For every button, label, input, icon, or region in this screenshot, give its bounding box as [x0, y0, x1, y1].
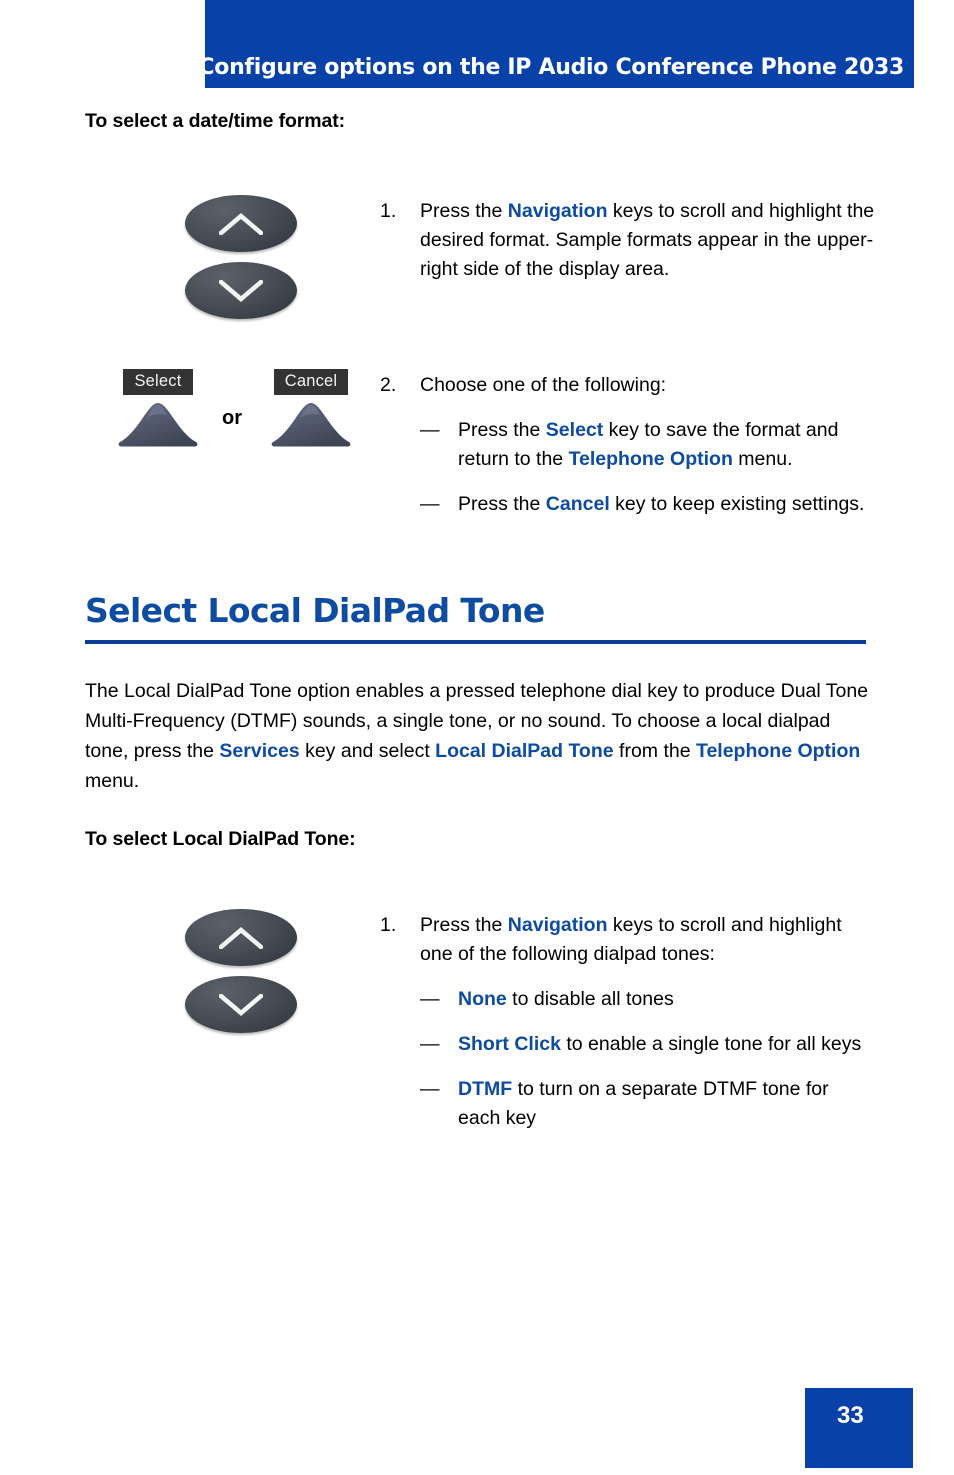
- datetime-step-2-text: Choose one of the following:: [420, 374, 667, 396]
- dialpad-step1-part-a: Press the: [420, 914, 508, 936]
- dialpad-step-1-text: Press the Navigation keys to scroll and …: [420, 911, 875, 969]
- datetime-bullet-2-dash: —: [420, 493, 440, 515]
- para-bold-local-dialpad-tone: Local DialPad Tone: [435, 740, 614, 762]
- datetime-step-2-bullet-2: — Press the Cancel key to keep existing …: [380, 490, 875, 519]
- page-footer-block: 33: [805, 1388, 913, 1468]
- dialpad-dtmf-desc: to turn on a separate DTMF tone for each…: [458, 1078, 829, 1129]
- datetime-step-1: 1. Press the Navigation keys to scroll a…: [380, 197, 875, 284]
- dialpad-step-1: 1. Press the Navigation keys to scroll a…: [380, 911, 875, 969]
- datetime-step-1-text-column: 1. Press the Navigation keys to scroll a…: [380, 195, 875, 284]
- dialpad-bullet-short-click-text: Short Click to enable a single tone for …: [458, 1030, 875, 1059]
- softkey-icon-group: Select or Cancel: [85, 369, 380, 461]
- para-part-b: key and select: [299, 740, 436, 762]
- page-header-title: Configure options on the IP Audio Confer…: [198, 55, 904, 80]
- bullet1-bold-telephone-option: Telephone Option: [568, 448, 733, 470]
- dialpad-bold-short-click: Short Click: [458, 1033, 561, 1055]
- navigation-up-key-icon[interactable]: [185, 195, 297, 252]
- dialpad-bullet-none: — None to disable all tones: [380, 985, 875, 1014]
- dialpad-procedure-heading: To select Local DialPad Tone:: [85, 828, 356, 850]
- dialpad-bullet-short-click-dash: —: [420, 1033, 440, 1055]
- datetime-step-2-text-column: 2. Choose one of the following: — Press …: [380, 369, 875, 519]
- para-bold-telephone-option: Telephone Option: [695, 740, 861, 762]
- datetime-procedure-heading: To select a date/time format:: [85, 110, 346, 132]
- dialpad-section: Select Local DialPad Tone The Local Dial…: [85, 591, 875, 1133]
- navigation-down-key-icon[interactable]: [185, 262, 297, 319]
- bullet2-part-b: key to keep existing settings.: [609, 493, 865, 515]
- datetime-step-1-number: 1.: [380, 200, 397, 222]
- datetime-bullet-2-text: Press the Cancel key to keep existing se…: [458, 490, 875, 519]
- cancel-softkey-dome-icon: [269, 401, 353, 448]
- bullet1-part-a: Press the: [458, 419, 546, 441]
- para-bold-services: Services: [219, 740, 300, 762]
- bullet1-part-c: menu.: [732, 448, 793, 470]
- dialpad-section-paragraph: The Local DialPad Tone option enables a …: [85, 676, 875, 796]
- dialpad-bold-dtmf: DTMF: [458, 1078, 513, 1100]
- dialpad-bullet-dtmf-text: DTMF to turn on a separate DTMF tone for…: [458, 1075, 875, 1133]
- dialpad-step-1-icon-column: [85, 909, 380, 1033]
- navigation-down-key-icon-2[interactable]: [185, 976, 297, 1033]
- dialpad-bullet-none-dash: —: [420, 988, 440, 1010]
- select-softkey-dome-icon: [116, 401, 200, 448]
- page-number: 33: [837, 1402, 864, 1429]
- step1-text-part-a: Press the: [420, 200, 508, 222]
- datetime-step-2-icon-column: Select or Cancel: [85, 369, 380, 461]
- chevron-up-icon: [219, 212, 263, 235]
- datetime-step-2-number: 2.: [380, 374, 397, 396]
- dialpad-step-1-text-column: 1. Press the Navigation keys to scroll a…: [380, 909, 875, 1133]
- navigation-up-key-icon-2[interactable]: [185, 909, 297, 966]
- bullet2-bold-cancel: Cancel: [545, 493, 610, 515]
- page-header-bar: Configure options on the IP Audio Confer…: [198, 0, 914, 88]
- select-softkey[interactable]: Select: [110, 369, 206, 448]
- datetime-step-2: 2. Choose one of the following:: [380, 371, 875, 400]
- datetime-step-2-bullet-1: — Press the Select key to save the forma…: [380, 416, 875, 474]
- para-part-c: from the: [613, 740, 696, 762]
- datetime-bullet-1-text: Press the Select key to save the format …: [458, 416, 875, 474]
- dialpad-bullet-dtmf-dash: —: [420, 1078, 440, 1100]
- softkey-separator-or: or: [222, 407, 242, 429]
- dialpad-section-heading: Select Local DialPad Tone: [85, 591, 545, 630]
- datetime-step-1-text: Press the Navigation keys to scroll and …: [420, 197, 875, 284]
- section-heading-rule: [85, 640, 866, 644]
- dialpad-step-1-row: 1. Press the Navigation keys to scroll a…: [85, 909, 875, 1133]
- dialpad-bullet-none-text: None to disable all tones: [458, 985, 875, 1014]
- dialpad-bullet-dtmf: — DTMF to turn on a separate DTMF tone f…: [380, 1075, 875, 1133]
- dialpad-bold-none: None: [458, 988, 507, 1010]
- select-softkey-label: Select: [123, 369, 193, 395]
- bullet2-part-a: Press the: [458, 493, 546, 515]
- navigation-keys-icon-group-2: [185, 909, 297, 1033]
- dialpad-none-desc: to disable all tones: [506, 988, 674, 1010]
- bullet1-bold-select: Select: [545, 419, 604, 441]
- chevron-down-icon-2: [219, 993, 263, 1016]
- chevron-down-icon: [219, 279, 263, 302]
- page-content: To select a date/time format: 1. Press t…: [85, 110, 875, 1133]
- step1-bold-navigation: Navigation: [507, 200, 608, 222]
- dialpad-short-click-desc: to enable a single tone for all keys: [560, 1033, 862, 1055]
- datetime-step-2-row: Select or Cancel 2. Choose one of the fo…: [85, 369, 875, 519]
- datetime-bullet-1-dash: —: [420, 419, 440, 441]
- chevron-up-icon-2: [219, 926, 263, 949]
- dialpad-step1-bold-navigation: Navigation: [507, 914, 608, 936]
- dialpad-step-1-number: 1.: [380, 914, 397, 936]
- para-part-d: menu.: [85, 770, 140, 792]
- datetime-step-1-icon-column: [85, 195, 380, 319]
- dialpad-bullet-short-click: — Short Click to enable a single tone fo…: [380, 1030, 875, 1059]
- datetime-step-1-row: 1. Press the Navigation keys to scroll a…: [85, 195, 875, 319]
- cancel-softkey[interactable]: Cancel: [263, 369, 359, 448]
- cancel-softkey-label: Cancel: [273, 369, 349, 395]
- navigation-keys-icon-group: [185, 195, 297, 319]
